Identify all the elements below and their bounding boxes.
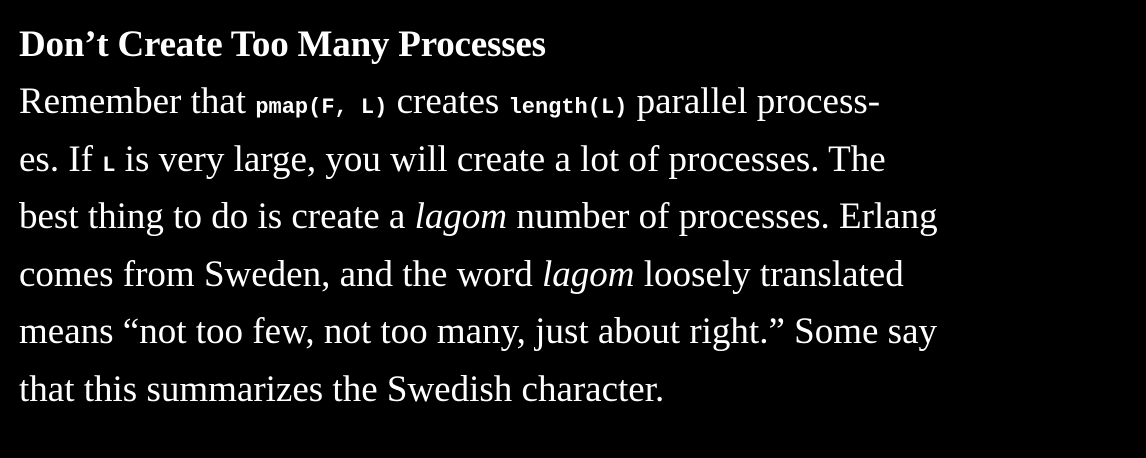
text-line: es. If L is very large, you will create …: [19, 138, 886, 180]
code-length: length(L): [508, 95, 628, 120]
emphasis-lagom: lagom: [542, 253, 635, 295]
emphasis-lagom: lagom: [414, 196, 508, 237]
note-title: Don’t Create Too Many Processes: [19, 24, 546, 65]
sidebar-note: Don’t Create Too Many Processes Remember…: [0, 0, 1146, 458]
text-line: that this summarizes the Swedish charact…: [19, 368, 665, 410]
text-line: best thing to do is create a lagom numbe…: [19, 196, 938, 237]
note-body: Remember that pmap(F, L) creates length(…: [19, 73, 1128, 418]
text-line: means “not too few, not too many, just a…: [19, 311, 937, 352]
text-line: comes from Sweden, and the word lagom lo…: [19, 253, 904, 295]
text-line: Remember that pmap(F, L) creates length(…: [19, 81, 881, 122]
code-pmap: pmap(F, L): [255, 95, 388, 120]
code-L: L: [102, 152, 116, 178]
